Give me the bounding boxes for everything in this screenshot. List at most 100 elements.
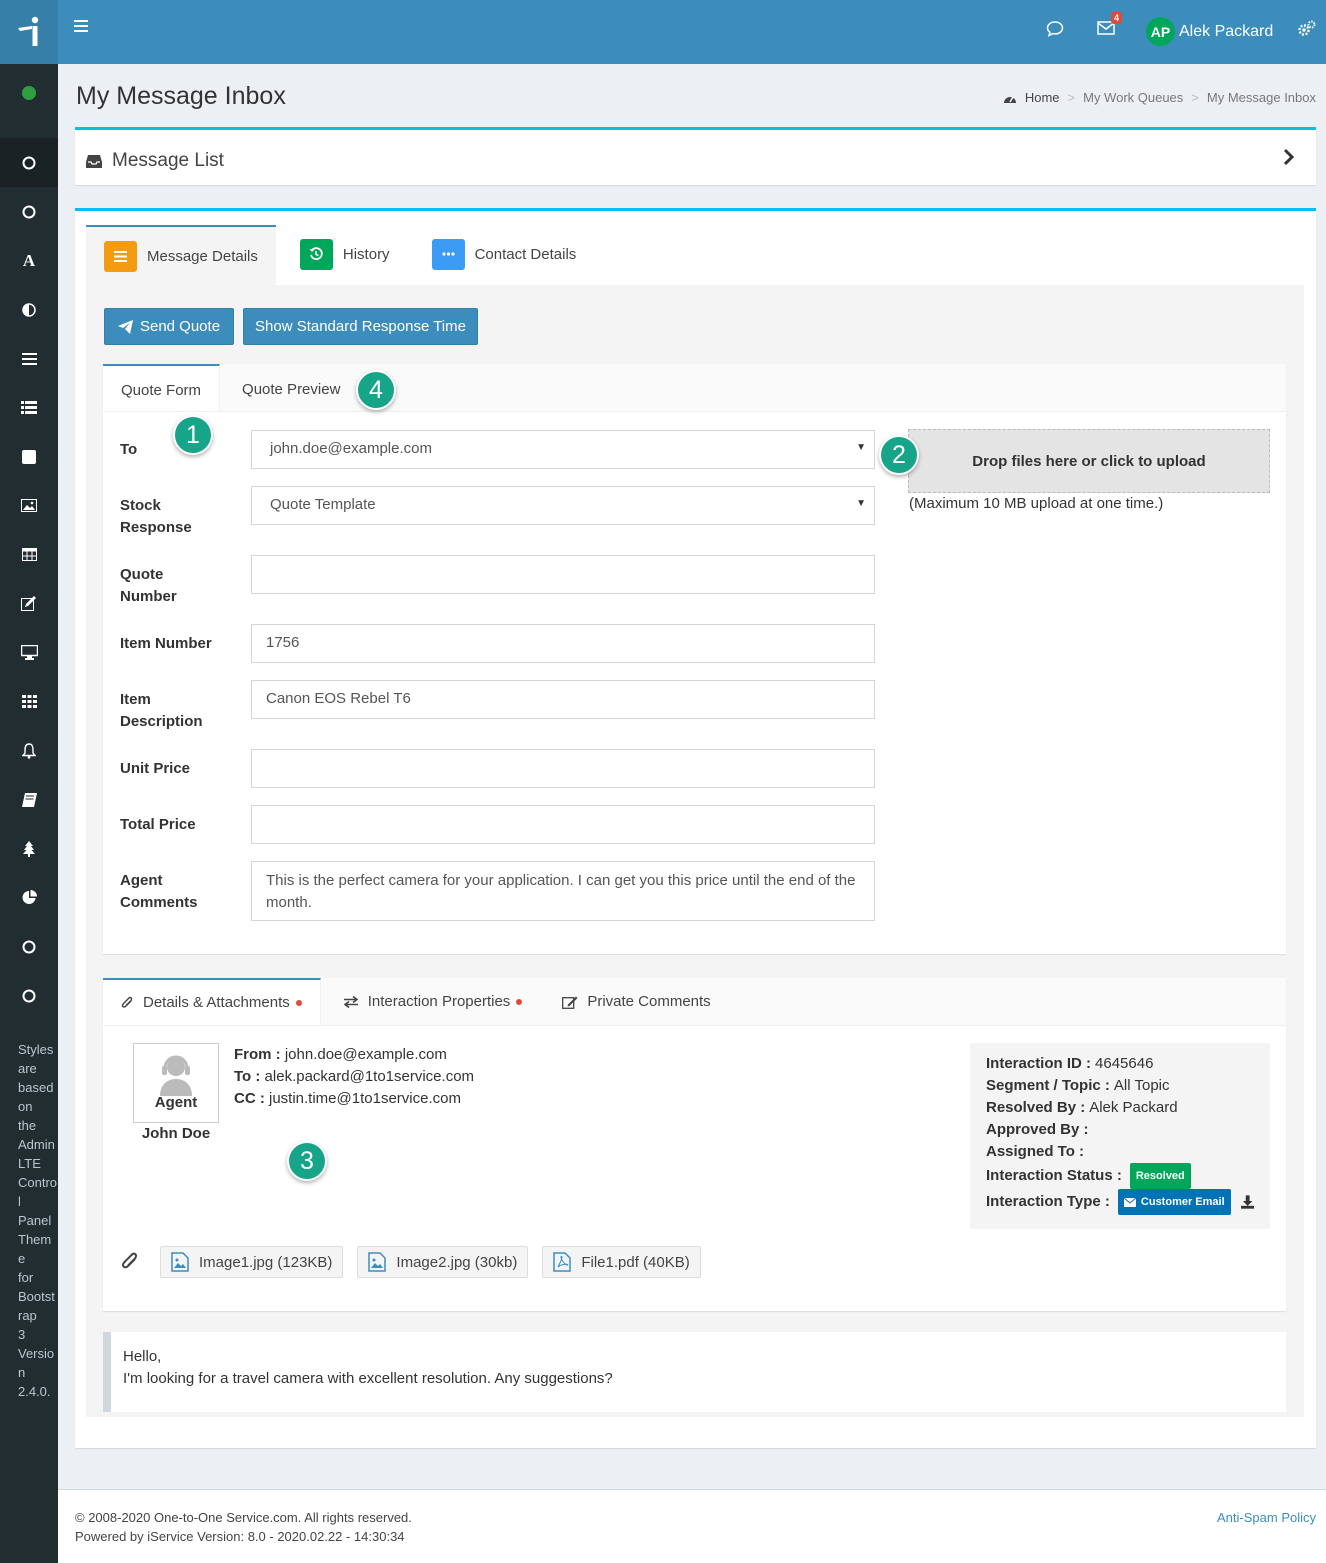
breadcrumb-work-queues[interactable]: My Work Queues	[1083, 90, 1183, 105]
top-navbar: 4 AP Alek Packard	[58, 0, 1326, 64]
cc-address: CC : justin.time@1to1service.com	[234, 1090, 461, 1107]
total-price-label: Total Price	[120, 816, 196, 833]
sidebar-item-font-icon[interactable]: A	[0, 236, 58, 285]
sidebar-item-grid-icon[interactable]	[0, 677, 58, 726]
breadcrumb-home[interactable]: Home	[1025, 90, 1060, 105]
item-number-label: Item Number	[120, 635, 212, 652]
stock-response-select[interactable]: Quote Template ▼	[251, 486, 875, 525]
agent-comments-textarea[interactable]: This is the perfect camera for your appl…	[251, 861, 875, 921]
message-details-tab-body: Send Quote Show Standard Response Time Q…	[86, 285, 1304, 1417]
interaction-id: Interaction ID :4645646	[986, 1055, 1154, 1072]
agent-card: Agent	[133, 1043, 219, 1123]
type-badge: Customer Email	[1117, 1189, 1231, 1215]
item-description-label: Item Description	[120, 691, 203, 730]
item-description-input[interactable]: Canon EOS Rebel T6	[251, 680, 875, 719]
tab-history[interactable]: History	[282, 225, 408, 283]
to-label: To	[120, 441, 138, 458]
agent-name: John Doe	[141, 1125, 211, 1142]
show-standard-response-time-button[interactable]: Show Standard Response Time	[243, 308, 478, 345]
from-address: From : john.doe@example.com	[234, 1046, 447, 1063]
to-select[interactable]: john.doe@example.com ▼	[251, 430, 875, 469]
user-menu[interactable]: AP Alek Packard	[1146, 17, 1273, 46]
envelope-icon	[1123, 1197, 1136, 1207]
attachment-pdf[interactable]: File1.pdf (40KB)	[542, 1246, 701, 1278]
file-dropzone[interactable]: Drop files here or click to upload	[908, 429, 1270, 493]
anti-spam-link[interactable]: Anti-Spam Policy	[1217, 1510, 1316, 1525]
details-panel: Details & Attachments Interaction Proper…	[103, 978, 1286, 1311]
download-icon[interactable]	[1240, 1195, 1254, 1209]
item-number-input[interactable]: 1756	[251, 624, 875, 663]
footer: © 2008-2020 One-to-One Service.com. All …	[58, 1489, 1326, 1563]
sidebar-item-list-icon[interactable]	[0, 383, 58, 432]
callout-marker-1: 1	[173, 415, 213, 455]
quote-number-input[interactable]	[251, 555, 875, 594]
sidebar-item-square-icon[interactable]	[0, 432, 58, 481]
quote-form-panel: Quote Form Quote Preview To john.doe@exa…	[103, 364, 1286, 954]
paperclip-icon	[121, 996, 133, 1008]
agent-role: Agent	[154, 1094, 198, 1111]
quote-number-label: Quote Number	[120, 566, 177, 605]
footer-copyright: © 2008-2020 One-to-One Service.com. All …	[75, 1510, 412, 1525]
gears-icon[interactable]	[1297, 20, 1316, 42]
show-response-label: Show Standard Response Time	[255, 318, 466, 335]
sidebar-item-pie-icon[interactable]	[0, 873, 58, 922]
stock-response-value: Quote Template	[270, 496, 376, 513]
unit-price-input[interactable]	[251, 749, 875, 788]
sidebar-item-edit-icon[interactable]	[0, 579, 58, 628]
tab-message-details[interactable]: Message Details	[86, 225, 276, 285]
interaction-status: Interaction Status : Resolved	[986, 1163, 1254, 1189]
assigned-to: Assigned To :	[986, 1143, 1085, 1160]
tab-quote-preview[interactable]: Quote Preview	[224, 364, 358, 411]
sidebar-item-tree-icon[interactable]	[0, 824, 58, 873]
app-logo[interactable]	[0, 0, 58, 64]
paperclip-icon	[121, 1252, 138, 1269]
image-file-icon	[368, 1252, 387, 1272]
send-quote-button[interactable]: Send Quote	[104, 308, 234, 345]
stock-response-label: Stock Response	[120, 497, 192, 536]
sidebar-item-desktop-icon[interactable]	[0, 628, 58, 677]
tab-interaction-properties[interactable]: Interaction Properties	[325, 978, 541, 1025]
tab-details-label: Details & Attachments	[143, 993, 290, 1011]
paper-plane-icon	[117, 319, 133, 334]
attachment-image1[interactable]: Image1.jpg (123KB)	[160, 1246, 344, 1278]
sidebar-item-book-icon[interactable]	[0, 775, 58, 824]
sidebar: A Styles are based on the AdminLTE Control Pane…	[0, 0, 58, 1563]
list-icon	[104, 240, 137, 272]
mail-icon[interactable]: 4	[1097, 12, 1122, 40]
to-select-value: john.doe@example.com	[270, 440, 432, 457]
chevron-right-icon[interactable]	[1282, 146, 1296, 172]
agent-headset-icon	[160, 1055, 192, 1096]
status-badge: Resolved	[1129, 1163, 1191, 1189]
sidebar-item-image-icon[interactable]	[0, 481, 58, 530]
total-price-input[interactable]	[251, 805, 875, 844]
tab-details-attachments[interactable]: Details & Attachments	[103, 978, 321, 1025]
caret-down-icon: ▼	[856, 442, 866, 453]
sidebar-item-menu-icon[interactable]	[0, 334, 58, 383]
tab-contact-details[interactable]: Contact Details	[414, 225, 595, 283]
history-icon	[299, 238, 333, 270]
to-address: To : alek.packard@1to1service.com	[234, 1068, 475, 1085]
dashboard-icon	[1003, 96, 1016, 103]
sidebar-item-circle-1[interactable]	[0, 138, 58, 187]
callout-marker-2: 2	[879, 435, 919, 475]
sidebar-item-table-icon[interactable]	[0, 530, 58, 579]
image-file-icon	[171, 1252, 189, 1272]
tab-history-label: History	[342, 245, 390, 263]
sidebar-item-bell-icon[interactable]	[0, 726, 58, 775]
chat-icon[interactable]	[1046, 20, 1064, 42]
sidebar-toggle-icon[interactable]	[74, 20, 88, 35]
message-list-title: Message List	[112, 150, 224, 171]
sidebar-item-circle-2[interactable]	[0, 187, 58, 236]
sidebar-item-circle-4[interactable]	[0, 971, 58, 1020]
footer-version: Powered by iService Version: 8.0 - 2020.…	[75, 1529, 405, 1544]
attachment-image2[interactable]: Image2.jpg (30kb)	[357, 1246, 529, 1278]
message-list-panel[interactable]: Message List	[75, 127, 1316, 185]
sidebar-item-circle-3[interactable]	[0, 922, 58, 971]
sidebar-item-adjust-icon[interactable]	[0, 285, 58, 334]
tab-message-details-label: Message Details	[147, 247, 258, 265]
breadcrumb-current: My Message Inbox	[1206, 90, 1316, 105]
tab-quote-form[interactable]: Quote Form	[103, 364, 221, 411]
upload-size-note: (Maximum 10 MB upload at one time.)	[909, 495, 1164, 512]
tab-private-comments[interactable]: Private Comments	[544, 978, 728, 1025]
tab-contact-details-label: Contact Details	[474, 245, 577, 263]
